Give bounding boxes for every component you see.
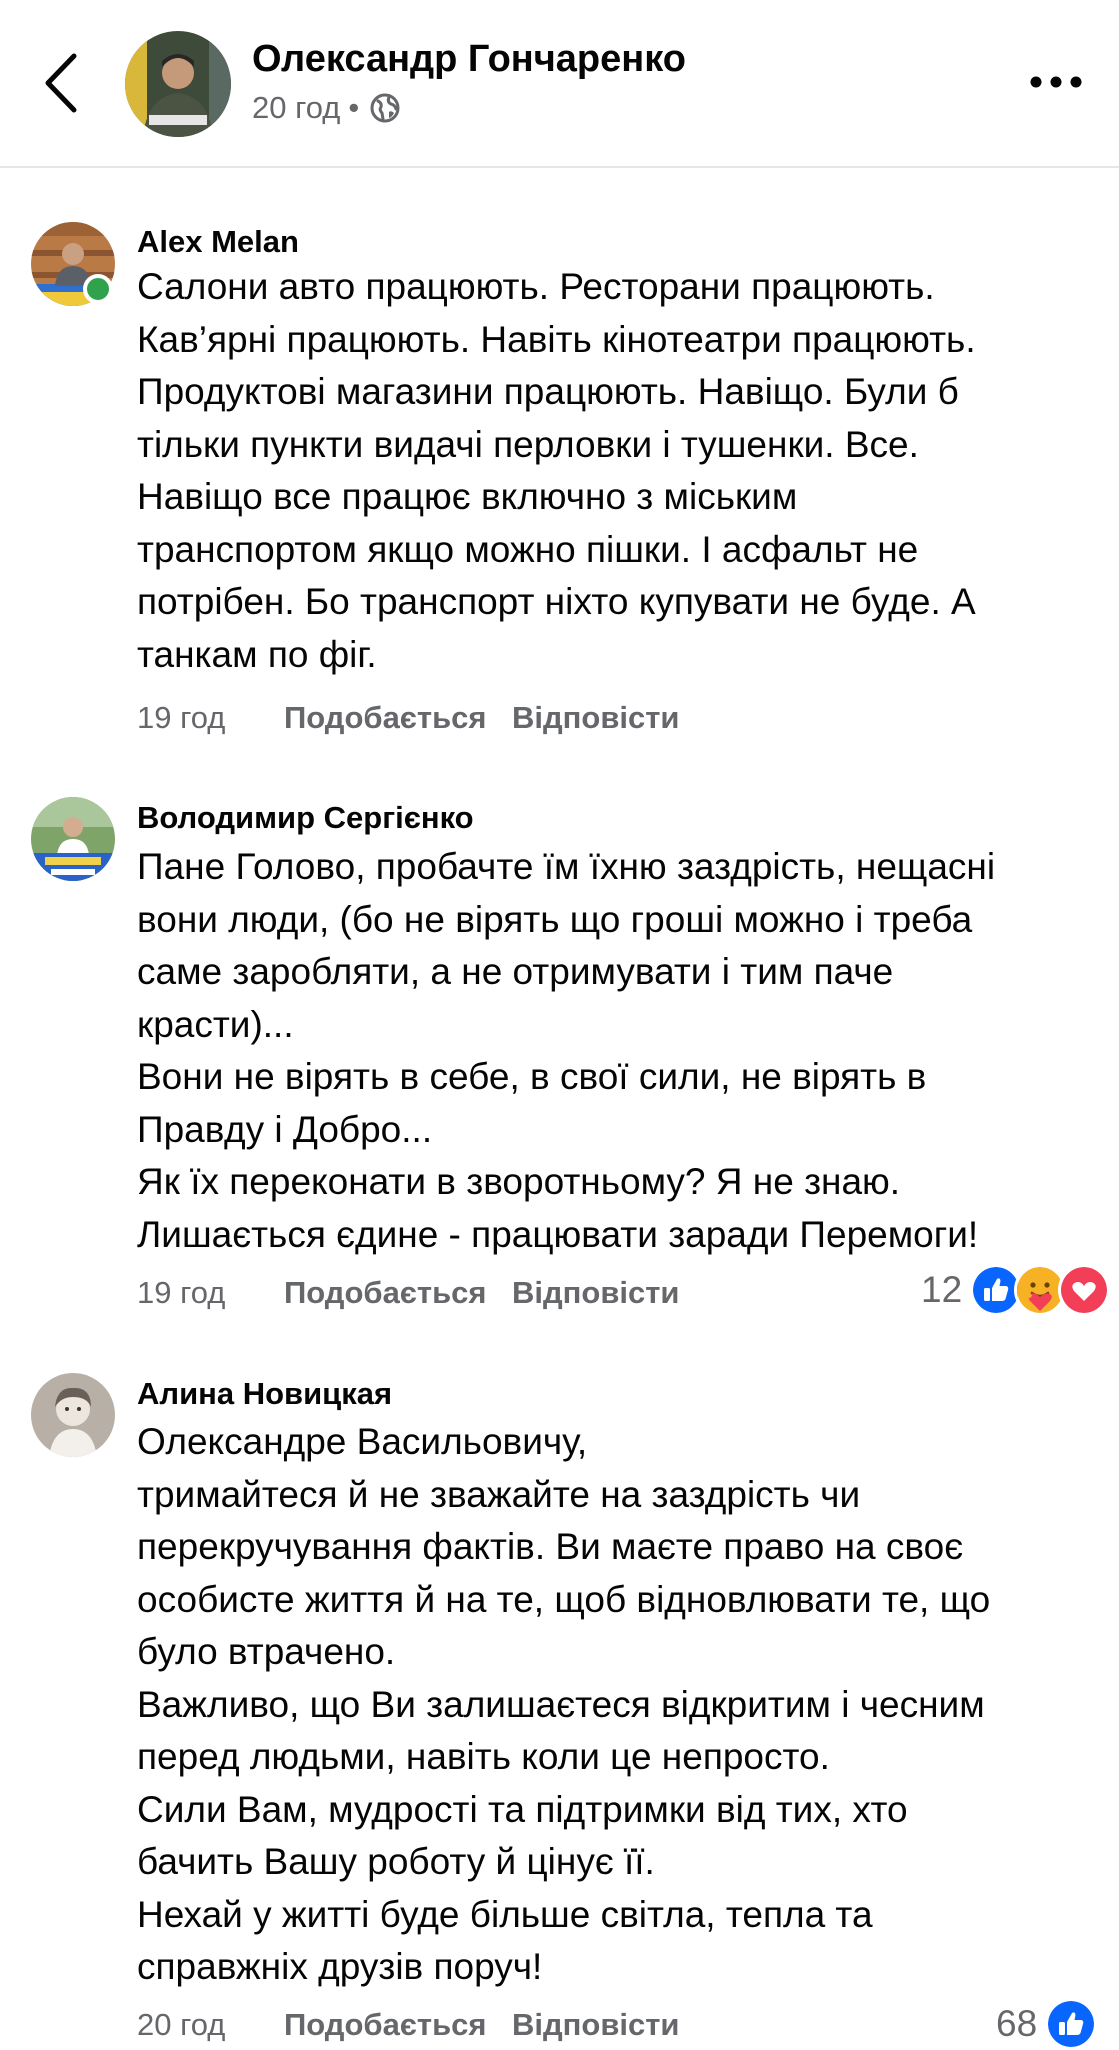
- comment-line: справжніх друзів поруч!: [137, 1946, 543, 1987]
- post-time[interactable]: 20 год: [252, 90, 340, 126]
- comment-line: транспортом якщо можно пішки. І асфальт …: [137, 528, 919, 570]
- comment-time[interactable]: 20 год: [137, 2007, 284, 2043]
- like-button[interactable]: Подобається: [284, 1275, 512, 1311]
- comment-line: перед людьми, навіть коли це непросто.: [137, 1736, 830, 1777]
- comment-actions: 19 год Подобається Відповісти: [137, 700, 680, 736]
- comment-line: красти)...: [137, 1003, 294, 1045]
- comment-text: Олександре Васильовичу, тримайтеся й не …: [137, 1416, 1097, 1994]
- comment-line: Нехай у житті буде більше світла, тепла …: [137, 1893, 873, 1935]
- comment-line: було втрачено.: [137, 1631, 396, 1672]
- comment-author[interactable]: Володимир Сергієнко: [137, 800, 474, 836]
- online-status-indicator: [83, 274, 113, 304]
- comment-line: вони люди, (бо не вірять що гроші можно …: [137, 898, 973, 940]
- comment-line: Продуктові магазини працюють. Навіщо. Бу…: [137, 371, 959, 412]
- comment-line: бачить Вашу роботу й цінує її.: [137, 1841, 655, 1882]
- like-reaction-icon: [1045, 1998, 1098, 2050]
- reaction-summary[interactable]: 12: [921, 1264, 1111, 1316]
- comment-line: Навіщо все працює включно з міським: [137, 476, 798, 517]
- comment-author[interactable]: Alex Melan: [137, 224, 299, 260]
- post-meta: 20 год •: [252, 90, 401, 126]
- comment-line: особисте життя й на те, щоб відновлювати…: [137, 1578, 991, 1620]
- comment-line: Олександре Васильовичу,: [137, 1421, 588, 1462]
- comment-line: Лишається єдине - працювати заради Перем…: [137, 1213, 979, 1255]
- comment-line: Важливо, що Ви залишаєтеся відкритим і ч…: [137, 1683, 985, 1725]
- comment-line: Пане Голово, пробачте їм їхню заздрість,…: [137, 846, 996, 887]
- comment-line: перекручування фактів. Ви маєте право на…: [137, 1526, 964, 1567]
- reply-button[interactable]: Відповісти: [512, 700, 680, 736]
- comment-actions: 19 год Подобається Відповісти: [137, 1275, 680, 1311]
- reply-button[interactable]: Відповісти: [512, 1275, 680, 1311]
- more-options-icon[interactable]: [1030, 70, 1082, 94]
- reply-button[interactable]: Відповісти: [512, 2007, 680, 2043]
- reaction-summary[interactable]: 68: [996, 1998, 1098, 2050]
- commenter-avatar[interactable]: [31, 1373, 115, 1457]
- comment-line: танкам по фіг.: [137, 633, 377, 675]
- comment-line: Вони не вірять в себе, в свої сили, не в…: [137, 1056, 927, 1097]
- author-name[interactable]: Олександр Гончаренко: [252, 38, 686, 81]
- comment-actions: 20 год Подобається Відповісти: [137, 2007, 680, 2043]
- like-button[interactable]: Подобається: [284, 2007, 512, 2043]
- comment-line: Салони авто працюють. Ресторани працюють…: [137, 266, 935, 307]
- comment-line: Кав’ярні працюють. Навіть кінотеатри пра…: [137, 318, 976, 360]
- comment-line: потрібен. Бо транспорт ніхто купувати не…: [137, 581, 976, 622]
- comment-line: саме заробляти, а не отримувати і тим па…: [137, 951, 894, 992]
- reaction-count: 12: [921, 1269, 963, 1310]
- comment-line: тримайтеся й не зважайте на заздрість чи: [137, 1473, 861, 1515]
- commenter-avatar[interactable]: [31, 797, 115, 881]
- comment-author[interactable]: Алина Новицкая: [137, 1376, 392, 1412]
- meta-separator: •: [348, 90, 360, 125]
- love-reaction-icon: [1058, 1264, 1111, 1316]
- comment-line: Сили Вам, мудрості та підтримки від тих,…: [137, 1788, 908, 1830]
- post-header: Олександр Гончаренко 20 год •: [0, 0, 1119, 168]
- globe-icon: [370, 93, 400, 123]
- like-button[interactable]: Подобається: [284, 700, 512, 736]
- comment-time[interactable]: 19 год: [137, 1275, 284, 1311]
- back-arrow-icon[interactable]: [38, 50, 86, 116]
- commenter-avatar[interactable]: [31, 222, 115, 306]
- comment-line: тільки пункти видачі перловки і тушенки.…: [137, 423, 919, 465]
- comment-text: Пане Голово, пробачте їм їхню заздрість,…: [137, 841, 1097, 1261]
- comment-line: Правду і Добро...: [137, 1108, 433, 1150]
- comment-line: Як їх переконати в зворотньому? Я не зна…: [137, 1161, 901, 1202]
- author-avatar[interactable]: [125, 31, 231, 137]
- reaction-count: 68: [996, 2003, 1038, 2044]
- comment-time[interactable]: 19 год: [137, 700, 284, 736]
- comment-text: Салони авто працюють. Ресторани працюють…: [137, 261, 1097, 681]
